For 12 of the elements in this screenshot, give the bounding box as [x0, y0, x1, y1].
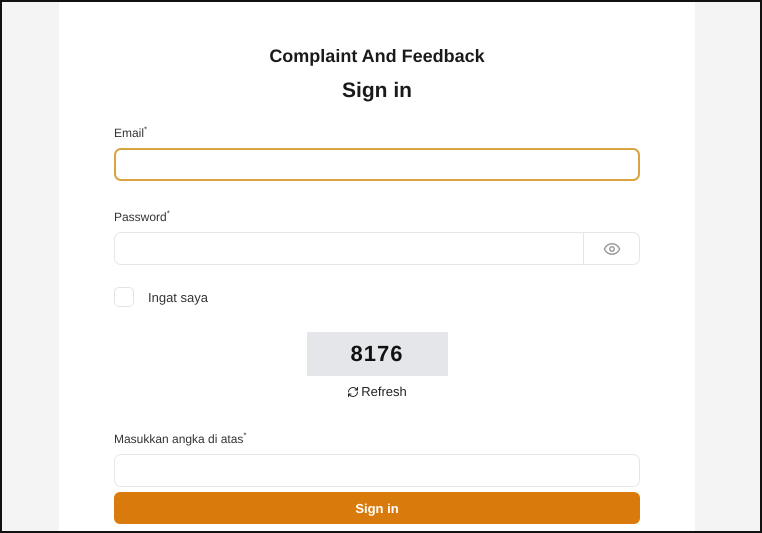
input-field[interactable]	[114, 148, 640, 181]
checkbox-label: Ingat saya	[148, 290, 208, 304]
page-heading: Sign in	[342, 79, 412, 103]
app-title: Complaint And Feedback	[269, 46, 485, 67]
checkbox[interactable]	[114, 287, 134, 307]
password-field[interactable]	[114, 232, 640, 265]
refresh-button[interactable]: Refresh	[347, 384, 407, 399]
refresh-icon	[347, 386, 360, 398]
field-label: Password$^{*}$	[114, 209, 171, 224]
field-label: Email$^{*}$	[114, 125, 148, 140]
field-label: Masukkan angka di atas$^{*}$	[114, 431, 248, 446]
captcha-code: 8176	[306, 332, 448, 376]
